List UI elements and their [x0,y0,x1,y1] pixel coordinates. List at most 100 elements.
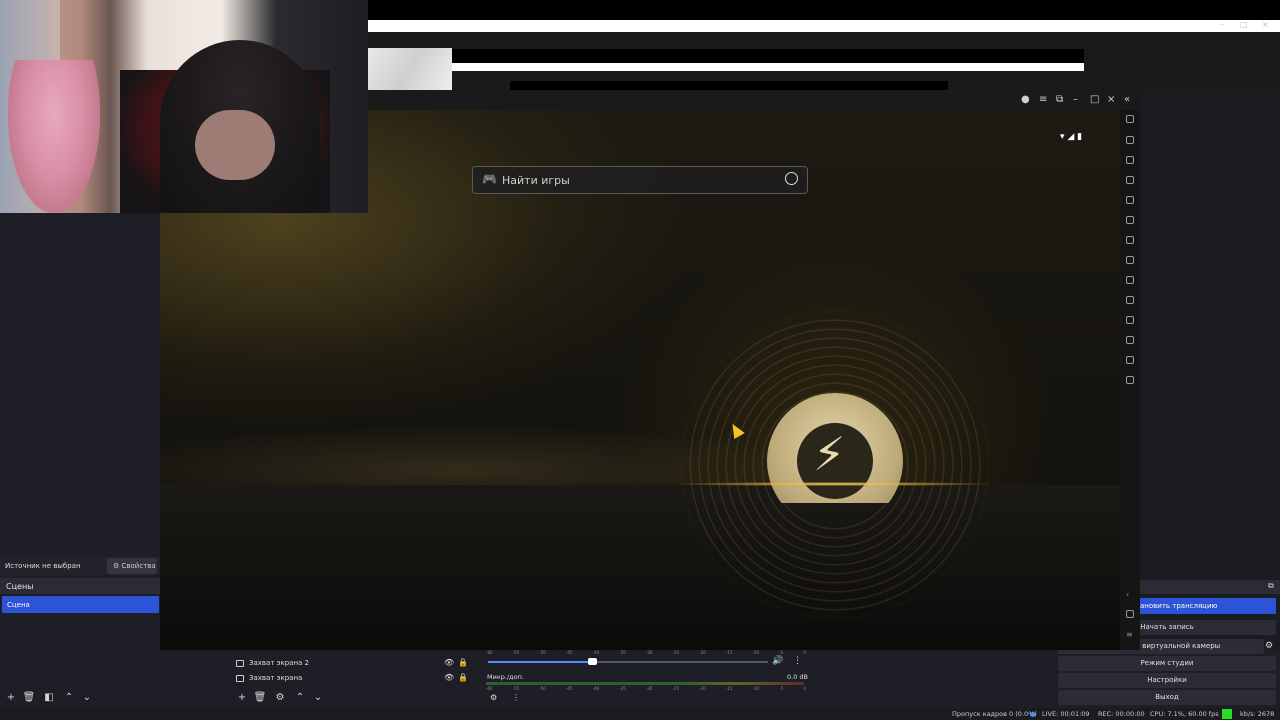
monitor-icon [236,675,244,682]
meter-tick-label: -30 [645,686,653,691]
volume-knob[interactable] [588,658,597,665]
visibility-icon[interactable]: 👁 [444,658,454,667]
minimize-icon[interactable]: – [1073,94,1078,105]
source-row[interactable]: Захват экрана 👁 🔒 [236,673,472,688]
connection-indicator [1222,709,1232,719]
rail-mute-icon[interactable] [1126,176,1134,184]
channel-level: 0.0 dB [787,673,808,681]
add-scene-icon[interactable]: + [4,691,18,705]
scenes-header: Сцены [0,578,160,594]
rail-menu-icon[interactable]: ≡ [1126,630,1134,639]
rail-brightness-icon[interactable] [1126,196,1134,204]
rail-home-icon[interactable] [1126,610,1134,618]
collapse-icon[interactable]: « [1124,94,1130,105]
volume-slider[interactable] [488,658,768,665]
undock-icon[interactable]: ⧉ [1268,581,1274,591]
remove-source-icon[interactable]: 🗑 [253,691,267,705]
meter-tick-label: -40 [592,686,600,691]
meter-tick-label: -5 [779,650,784,655]
channel-name: Микр./доп. [487,673,524,681]
level-meter [486,682,804,685]
obs-left-dock [0,213,160,720]
webcam-feed [0,0,368,213]
rail-back-icon[interactable]: ‹ [1126,590,1134,599]
rail-screen-icon[interactable] [1126,136,1134,144]
speaker-icon[interactable]: 🔊 [772,656,783,666]
meter-scale: -60 -55 -50 -45 -40 -35 -30 -25 -20 -15 -10 -5 0 [486,686,806,691]
maximize-icon[interactable]: □ [1090,94,1099,105]
background-window-content [368,32,1280,90]
bitrate: kb/s: 2678 [1240,710,1275,718]
scene-item[interactable]: Сцена [2,596,159,613]
more-icon[interactable]: ⋮ [512,693,520,702]
rail-scissors-icon[interactable] [1126,256,1134,264]
meter-tick-label: -40 [592,650,600,655]
settings-button[interactable]: Настройки [1058,673,1276,688]
live-time: LIVE: 00:01:09 [1042,710,1090,718]
search-input[interactable] [502,172,772,188]
user-icon[interactable]: ● [1021,94,1030,105]
add-source-icon[interactable]: + [235,691,249,705]
source-row[interactable]: Захват экрана 2 👁 🔒 [236,658,472,673]
search-icon[interactable] [785,172,798,185]
rail-volume-icon[interactable] [1126,156,1134,164]
rail-globe-icon[interactable] [1126,316,1134,324]
launcher-right-toolbar: ‹ ≡ [1120,110,1140,650]
webcam-face [195,110,275,180]
stream-button[interactable]: ановить трансляцию [1140,598,1276,614]
network-status: ▾ ◢ ▮ [1060,132,1083,142]
meter-tick-label: -5 [779,686,784,691]
maximize-icon[interactable]: □ [1240,20,1248,29]
move-up-icon[interactable]: ⌃ [293,691,307,705]
meter-tick-label: -35 [619,686,626,691]
meter-tick-label: -55 [512,650,520,655]
properties-button[interactable]: ⚙ Свойства [107,558,157,574]
close-icon[interactable]: × [1107,94,1115,105]
game-search[interactable]: 🎮 [472,166,808,194]
meter-tick-label: -45 [565,650,573,655]
close-icon[interactable]: × [1262,20,1269,29]
lock-icon[interactable]: 🔒 [458,673,468,682]
exit-button[interactable]: Выход [1058,690,1276,705]
rail-copy-icon[interactable] [1126,216,1134,224]
move-down-icon[interactable]: ⌄ [311,691,325,705]
background-thumbnail [368,48,452,90]
rail-save-icon[interactable] [1126,376,1134,384]
meter-tick-label: -25 [672,686,680,691]
move-down-icon[interactable]: ⌄ [80,691,94,705]
meter-tick-label: -60 [486,686,493,691]
mixer-settings-icon[interactable]: ⚙ [490,693,497,702]
meter-tick-label: 0 [803,686,806,691]
source-toolbar: Источник не выбран ⚙ Свойства [0,557,160,575]
controls-header: ⧉ [1140,580,1280,594]
pip-icon[interactable]: ⧉ [1056,94,1063,105]
move-up-icon[interactable]: ⌃ [62,691,76,705]
menu-icon[interactable]: ≡ [1039,94,1047,105]
rail-gamepad-icon[interactable] [1126,236,1134,244]
lock-icon[interactable]: 🔒 [458,658,468,667]
meter-tick-label: -15 [725,650,733,655]
cpu-status: CPU: 7.1%, 60.00 fps [1150,710,1219,718]
meter-tick-label: -10 [752,650,760,655]
background-bar [510,81,948,90]
meter-tick-label: -45 [565,686,573,691]
minimize-icon[interactable]: – [1220,20,1224,29]
source-settings-icon[interactable]: ⚙ [273,691,287,705]
meter-tick-label: -60 [486,650,493,655]
rail-record-icon[interactable] [1126,276,1134,284]
studio-mode-button[interactable]: Режим студии [1058,656,1276,671]
meter-tick-label: -55 [512,686,520,691]
rail-folder-icon[interactable] [1126,336,1134,344]
rail-location-icon[interactable] [1126,356,1134,364]
background-bar [452,63,1084,71]
audio-mixer: -60 -55 -50 -45 -40 -35 -30 -25 -20 -15 -10 -5 0 🔊 ⋮… [484,648,810,708]
rail-settings-icon[interactable] [1126,115,1134,123]
filter-icon[interactable]: ◧ [42,691,56,705]
rail-play-icon[interactable] [1126,296,1134,304]
meter-tick-label: -25 [672,650,680,655]
remove-scene-icon[interactable]: 🗑 [22,691,36,705]
virtual-camera-settings-icon[interactable]: ⚙ [1265,641,1273,651]
visibility-icon[interactable]: 👁 [444,673,454,682]
more-icon[interactable]: ⋮ [793,656,802,666]
no-source-label: Источник не выбран [5,562,81,570]
